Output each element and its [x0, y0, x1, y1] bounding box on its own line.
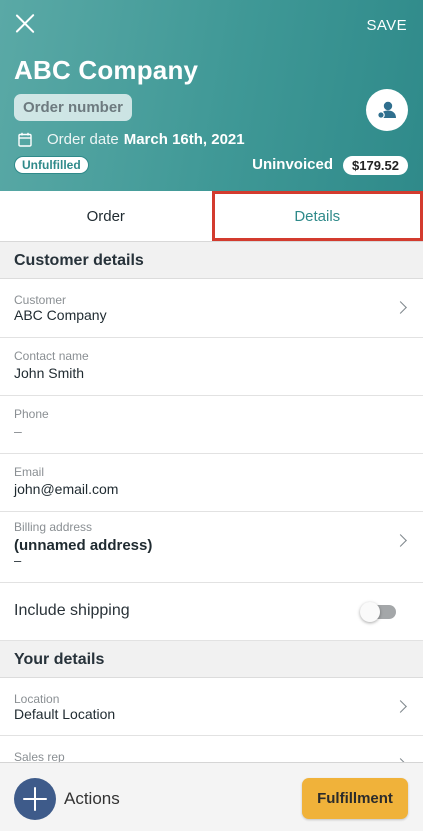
customer-row[interactable]: Customer ABC Company — [0, 279, 423, 338]
phone-label: Phone — [14, 407, 49, 421]
email-value: john@email.com — [14, 481, 119, 497]
contact-name-value: John Smith — [14, 365, 85, 381]
order-total-badge: $179.52 — [343, 156, 408, 175]
email-label: Email — [14, 465, 45, 479]
email-row[interactable]: Email john@email.com — [0, 454, 423, 512]
tab-order[interactable]: Order — [0, 191, 212, 241]
your-details-header: Your details — [0, 641, 423, 678]
order-number-field[interactable]: Order number — [14, 94, 133, 121]
actions-label[interactable]: Actions — [64, 789, 120, 809]
order-date-value: March 16th, 2021 — [123, 131, 245, 148]
customer-value: ABC Company — [14, 307, 107, 323]
plus-icon[interactable] — [14, 778, 56, 820]
toggle-knob — [360, 602, 380, 622]
include-shipping-row: Include shipping — [0, 583, 423, 641]
contact-name-label: Contact name — [14, 349, 89, 363]
save-button[interactable]: SAVE — [366, 17, 407, 34]
location-row[interactable]: Location Default Location — [0, 678, 423, 736]
contact-name-row[interactable]: Contact name John Smith — [0, 338, 423, 396]
customer-details-header: Customer details — [0, 242, 423, 279]
billing-address-value: – — [14, 553, 22, 568]
phone-row[interactable]: Phone – — [0, 396, 423, 454]
phone-value: – — [14, 423, 22, 439]
tab-bar: Order Details — [0, 191, 423, 242]
include-shipping-toggle[interactable] — [360, 602, 396, 622]
person-icon — [377, 101, 396, 119]
location-label: Location — [14, 692, 60, 706]
billing-address-label: Billing address — [14, 520, 93, 534]
billing-address-title: (unnamed address) — [14, 537, 153, 554]
page-title: ABC Company — [14, 55, 199, 85]
billing-address-row[interactable]: Billing address (unnamed address) – — [0, 512, 423, 583]
bottom-action-bar: Actions Fulfillment — [0, 762, 423, 831]
customer-label: Customer — [14, 293, 67, 307]
order-header: SAVE ABC Company Order number Order date… — [0, 0, 423, 191]
fulfillment-button[interactable]: Fulfillment — [302, 778, 408, 819]
fulfillment-status-badge: Unfulfilled — [14, 156, 89, 174]
close-icon[interactable] — [14, 12, 36, 34]
order-date[interactable]: Order date March 16th, 2021 — [18, 131, 245, 148]
location-value: Default Location — [14, 706, 116, 722]
order-date-label: Order date — [47, 131, 119, 148]
avatar[interactable] — [366, 89, 408, 131]
invoice-status: Uninvoiced — [252, 156, 333, 173]
calendar-icon — [18, 132, 32, 147]
tab-details[interactable]: Details — [211, 191, 423, 241]
